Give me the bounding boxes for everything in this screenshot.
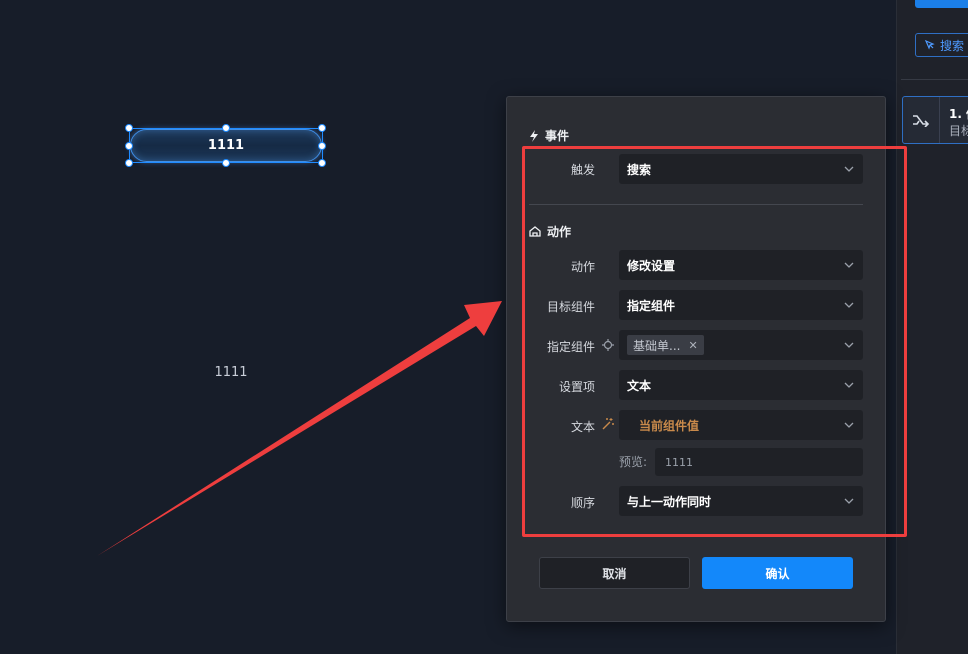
trigger-label: 触发 xyxy=(570,163,595,177)
chevron-down-icon xyxy=(844,302,854,308)
specified-component-label: 指定组件 xyxy=(546,340,595,354)
action-section-label: 动作 xyxy=(547,225,572,239)
magic-wand-icon[interactable] xyxy=(602,418,614,430)
resize-handle-top-right[interactable] xyxy=(318,124,326,132)
order-label: 顺序 xyxy=(570,496,595,510)
text-component[interactable]: 1111 xyxy=(202,365,260,380)
confirm-button[interactable]: 确认 xyxy=(702,557,853,589)
component-tag[interactable]: 基础单... ✕ xyxy=(627,335,704,355)
event-action-dialog: 事件 触发 搜索 动作 动作 修改设置 目标组件 指定组件 指定组件 基础单..… xyxy=(506,96,886,622)
search-event-button[interactable]: 搜索 xyxy=(915,33,968,57)
order-select[interactable]: 与上一动作同时 xyxy=(619,486,863,516)
panel-divider xyxy=(901,79,968,80)
setting-item-label: 设置项 xyxy=(558,380,595,394)
lightning-icon xyxy=(530,129,538,142)
search-event-label: 搜索 xyxy=(940,38,965,53)
resize-handle-bottom-left[interactable] xyxy=(125,159,133,167)
specified-component-select[interactable]: 基础单... ✕ xyxy=(619,330,863,360)
order-value: 与上一动作同时 xyxy=(627,494,712,509)
action-section-title: 动作 xyxy=(529,223,571,240)
resize-handle-top[interactable] xyxy=(222,124,230,132)
section-divider xyxy=(529,204,863,205)
preview-field: 1111 xyxy=(655,448,863,476)
right-panel: 搜索 1. 修 目标 xyxy=(896,0,968,654)
chevron-down-icon xyxy=(844,342,854,348)
chevron-down-icon xyxy=(844,498,854,504)
target-component-value: 指定组件 xyxy=(627,298,676,313)
setting-item-select[interactable]: 文本 xyxy=(619,370,863,400)
button-component-text: 1111 xyxy=(207,138,245,153)
chevron-down-icon xyxy=(844,262,854,268)
preview-value: 1111 xyxy=(665,455,693,469)
action-value: 修改设置 xyxy=(627,258,676,273)
tag-close-icon[interactable]: ✕ xyxy=(688,339,697,352)
action-card[interactable]: 1. 修 目标 xyxy=(902,96,968,144)
resize-handle-top-left[interactable] xyxy=(125,124,133,132)
preview-label: 预览: xyxy=(619,455,648,469)
action-house-icon xyxy=(529,226,541,237)
text-label: 文本 xyxy=(570,420,595,434)
component-tag-label: 基础单... xyxy=(633,338,681,353)
event-section-title: 事件 xyxy=(529,127,569,144)
action-select[interactable]: 修改设置 xyxy=(619,250,863,280)
cancel-button[interactable]: 取消 xyxy=(539,557,690,589)
event-section-label: 事件 xyxy=(545,129,570,143)
resize-handle-bottom[interactable] xyxy=(222,159,230,167)
card-separator xyxy=(939,97,940,143)
text-value-select[interactable]: 当前组件值 xyxy=(619,410,863,440)
resize-handle-right[interactable] xyxy=(318,142,326,150)
crosshair-icon[interactable] xyxy=(602,339,614,351)
trigger-select[interactable]: 搜索 xyxy=(619,154,863,184)
action-card-title: 1. 修 xyxy=(949,107,968,121)
top-action-button[interactable] xyxy=(915,0,968,8)
action-card-subtitle: 目标 xyxy=(949,124,968,138)
text-value: 当前组件值 xyxy=(639,418,700,433)
target-component-label: 目标组件 xyxy=(546,300,595,314)
chevron-down-icon xyxy=(844,422,854,428)
resize-handle-bottom-right[interactable] xyxy=(318,159,326,167)
shuffle-icon xyxy=(903,97,939,143)
cursor-click-icon xyxy=(924,39,935,50)
action-label: 动作 xyxy=(570,260,595,274)
setting-item-value: 文本 xyxy=(627,378,652,393)
resize-handle-left[interactable] xyxy=(125,142,133,150)
chevron-down-icon xyxy=(844,166,854,172)
trigger-value: 搜索 xyxy=(627,162,652,177)
target-component-select[interactable]: 指定组件 xyxy=(619,290,863,320)
selected-button-component[interactable]: 1111 xyxy=(130,129,322,162)
chevron-down-icon xyxy=(844,382,854,388)
